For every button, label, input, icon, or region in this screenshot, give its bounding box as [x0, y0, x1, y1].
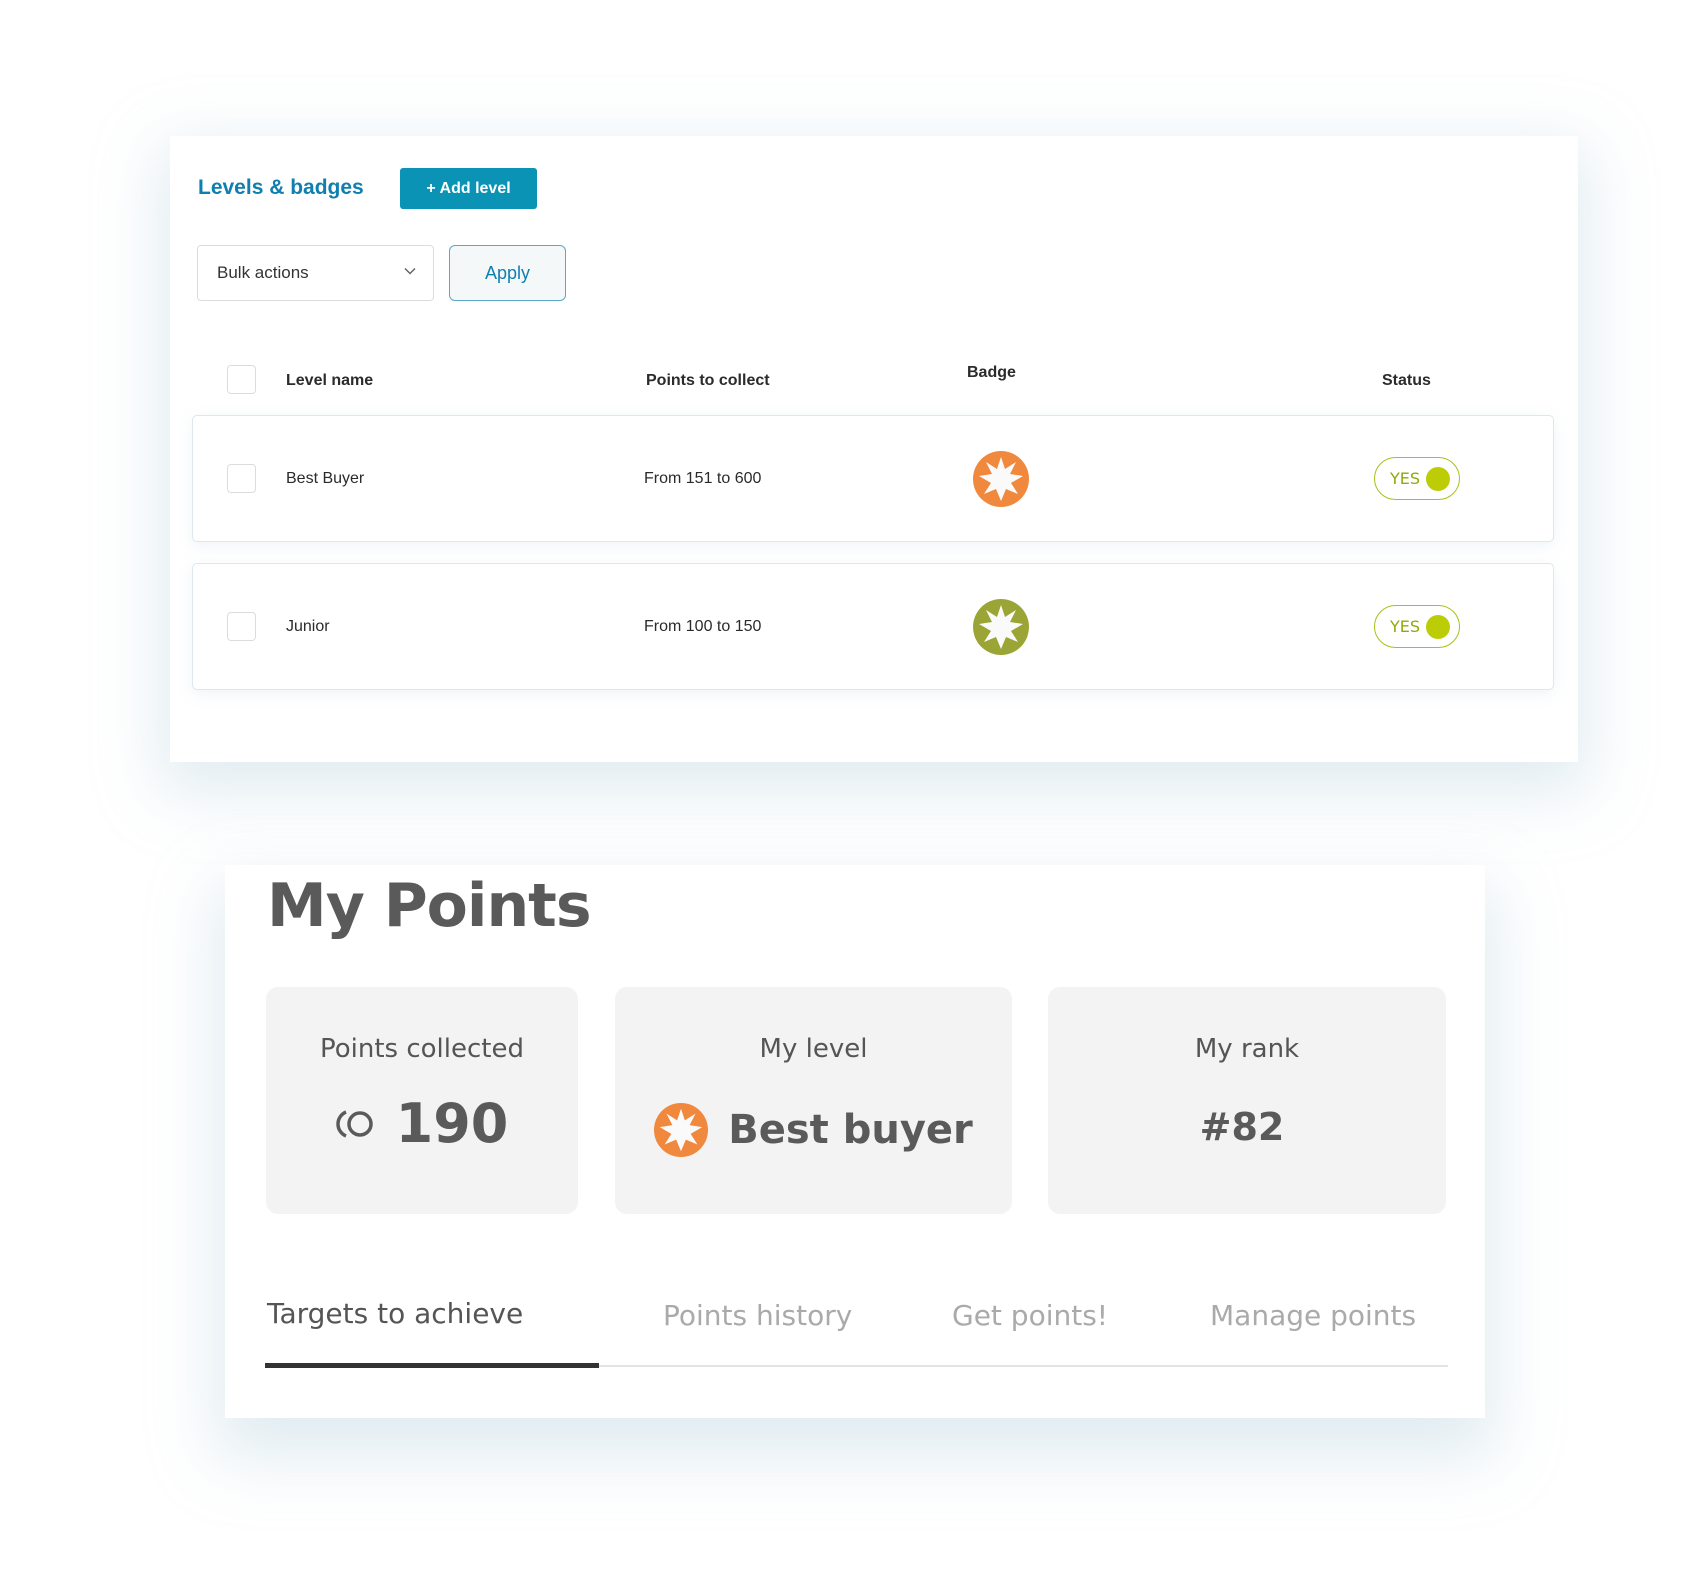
toggle-knob	[1426, 615, 1450, 639]
bulk-actions-value: Bulk actions	[217, 263, 309, 282]
bulk-actions-select[interactable]: Bulk actions	[197, 245, 434, 301]
stat-value-row: 190	[266, 1092, 578, 1155]
active-tab-indicator	[265, 1363, 599, 1368]
stat-card-rank: My rank #82	[1048, 987, 1446, 1214]
status-label: YES	[1390, 469, 1421, 488]
stat-card-level: My level Best buyer	[615, 987, 1012, 1214]
panel-title: Levels & badges	[198, 176, 364, 199]
level-name: Best Buyer	[286, 470, 365, 487]
select-all-checkbox[interactable]	[227, 365, 256, 394]
table-row: Junior From 100 to 150 YES	[192, 563, 1554, 690]
column-header-badge: Badge	[967, 364, 1016, 381]
page-title: My Points	[267, 871, 592, 941]
status-toggle[interactable]: YES	[1374, 457, 1460, 500]
stat-card-points: Points collected 190	[266, 987, 578, 1214]
chevron-down-icon	[404, 267, 416, 275]
tab-manage-points[interactable]: Manage points	[1210, 1299, 1416, 1332]
column-header-points: Points to collect	[646, 372, 770, 389]
my-points-panel: My Points Points collected 190 My level …	[225, 865, 1485, 1418]
badge-icon	[973, 451, 1029, 507]
stat-value-row: #82	[1048, 1105, 1446, 1149]
stat-label: My rank	[1194, 1034, 1300, 1064]
points-value: 190	[395, 1092, 509, 1155]
points-range: From 100 to 150	[644, 618, 762, 635]
status-label: YES	[1390, 617, 1421, 636]
status-toggle[interactable]: YES	[1374, 605, 1460, 648]
column-header-status: Status	[1382, 372, 1431, 389]
levels-badges-panel: Levels & badges + Add level Bulk actions…	[170, 136, 1578, 762]
level-value: Best buyer	[728, 1107, 973, 1153]
apply-button[interactable]: Apply	[449, 245, 566, 301]
row-checkbox[interactable]	[227, 612, 256, 641]
stat-label: Points collected	[319, 1034, 524, 1064]
stat-value-row: Best buyer	[615, 1103, 1012, 1157]
table-row: Best Buyer From 151 to 600 YES	[192, 415, 1554, 542]
badge-icon	[654, 1103, 709, 1157]
toggle-knob	[1426, 467, 1450, 491]
add-level-button[interactable]: + Add level	[400, 168, 537, 209]
badge-icon	[973, 599, 1029, 655]
stat-label: My level	[759, 1034, 868, 1064]
points-range: From 151 to 600	[644, 470, 762, 487]
tab-get-points[interactable]: Get points!	[952, 1299, 1108, 1332]
coins-icon	[335, 1109, 373, 1138]
row-checkbox[interactable]	[227, 464, 256, 493]
rank-value: #82	[1199, 1105, 1285, 1149]
tab-points-history[interactable]: Points history	[663, 1299, 852, 1332]
column-header-level-name: Level name	[286, 372, 374, 389]
level-name: Junior	[286, 618, 330, 635]
tab-targets-to-achieve[interactable]: Targets to achieve	[267, 1297, 523, 1330]
